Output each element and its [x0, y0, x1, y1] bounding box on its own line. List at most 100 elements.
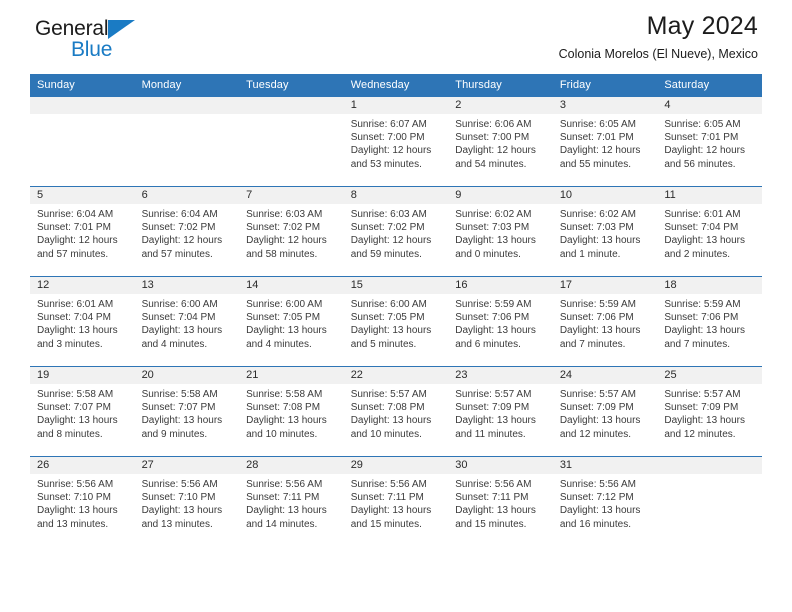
day-details: Sunrise: 6:04 AM Sunset: 7:01 PM Daylight:… [30, 204, 135, 261]
daylight-duration-line1: Daylight: 13 hours [246, 325, 327, 337]
sunset-time: Sunset: 7:07 PM [141, 402, 216, 414]
day-number: 27 [134, 457, 240, 474]
calendar-day-cell[interactable]: 12 Sunrise: 6:01 AM Sunset: 7:04 PM Dayligh… [30, 276, 135, 367]
calendar-day-cell[interactable]: 28 Sunrise: 5:56 AM Sunset: 7:11 PM Dayligh… [239, 456, 344, 547]
calendar-day-cell[interactable]: 25 Sunrise: 5:57 AM Sunset: 7:09 PM Dayligh… [657, 366, 762, 457]
day-details: Sunrise: 6:01 AM Sunset: 7:04 PM Daylight:… [657, 204, 762, 261]
sunrise-time: Sunrise: 5:58 AM [37, 389, 114, 400]
daylight-duration-line1: Daylight: 13 hours [455, 505, 536, 517]
calendar-day-cell[interactable]: 11 Sunrise: 6:01 AM Sunset: 7:04 PM Dayligh… [657, 186, 762, 277]
calendar-day-cell[interactable]: 16 Sunrise: 5:59 AM Sunset: 7:06 PM Dayligh… [448, 276, 553, 367]
weekday-header-sunday: Sunday [30, 74, 135, 97]
calendar-day-cell[interactable]: 13 Sunrise: 6:00 AM Sunset: 7:04 PM Dayligh… [134, 276, 240, 367]
calendar-day-cell[interactable]: 29 Sunrise: 5:56 AM Sunset: 7:11 PM Dayligh… [343, 456, 449, 547]
day-number: 25 [657, 367, 762, 384]
day-number [30, 97, 135, 114]
daylight-duration-line2: and 1 minute. [559, 248, 621, 260]
sunrise-time: Sunrise: 6:04 AM [37, 209, 114, 220]
calendar-day-cell[interactable]: 2 Sunrise: 6:06 AM Sunset: 7:00 PM Daylight… [448, 96, 553, 187]
calendar-day-cell[interactable]: 23 Sunrise: 5:57 AM Sunset: 7:09 PM Dayligh… [448, 366, 553, 457]
calendar-day-cell[interactable]: 7 Sunrise: 6:03 AM Sunset: 7:02 PM Daylight… [239, 186, 344, 277]
day-details: Sunrise: 6:05 AM Sunset: 7:01 PM Daylight:… [553, 114, 658, 171]
sunrise-time: Sunrise: 5:57 AM [455, 389, 532, 400]
calendar-day-cell-empty [657, 456, 762, 547]
daylight-duration-line2: and 15 minutes. [350, 518, 422, 530]
calendar-day-cell[interactable]: 15 Sunrise: 6:00 AM Sunset: 7:05 PM Dayligh… [343, 276, 449, 367]
day-number [239, 97, 344, 114]
calendar-day-cell[interactable]: 21 Sunrise: 5:58 AM Sunset: 7:08 PM Dayligh… [239, 366, 344, 457]
calendar-day-cell[interactable]: 9 Sunrise: 6:02 AM Sunset: 7:03 PM Daylight… [448, 186, 553, 277]
day-number: 4 [657, 97, 762, 114]
day-details: Sunrise: 6:05 AM Sunset: 7:01 PM Daylight:… [657, 114, 762, 171]
daylight-duration-line1: Daylight: 13 hours [350, 325, 432, 337]
day-details: Sunrise: 5:58 AM Sunset: 7:08 PM Daylight:… [239, 384, 344, 441]
sunset-time: Sunset: 7:10 PM [141, 492, 216, 504]
daylight-duration-line2: and 2 minutes. [664, 248, 730, 260]
sunrise-time: Sunrise: 6:04 AM [141, 209, 218, 220]
calendar-day-cell[interactable]: 27 Sunrise: 5:56 AM Sunset: 7:10 PM Dayligh… [134, 456, 240, 547]
sunset-time: Sunset: 7:09 PM [455, 402, 530, 414]
calendar-day-cell[interactable]: 18 Sunrise: 5:59 AM Sunset: 7:06 PM Dayligh… [657, 276, 762, 367]
calendar-day-cell[interactable]: 22 Sunrise: 5:57 AM Sunset: 7:08 PM Dayligh… [343, 366, 449, 457]
daylight-duration-line2: and 13 minutes. [141, 518, 213, 530]
daylight-duration-line1: Daylight: 13 hours [455, 235, 536, 247]
calendar-day-cell[interactable]: 17 Sunrise: 5:59 AM Sunset: 7:06 PM Dayligh… [552, 276, 658, 367]
sunset-time: Sunset: 7:08 PM [246, 402, 321, 414]
daylight-duration-line1: Daylight: 13 hours [455, 415, 536, 427]
calendar-day-cell[interactable]: 31 Sunrise: 5:56 AM Sunset: 7:12 PM Dayligh… [552, 456, 658, 547]
sunset-time: Sunset: 7:01 PM [664, 132, 739, 144]
daylight-duration-line2: and 6 minutes. [455, 338, 521, 350]
daylight-duration-line2: and 4 minutes. [141, 338, 208, 350]
calendar-day-cell[interactable]: 8 Sunrise: 6:03 AM Sunset: 7:02 PM Daylight… [343, 186, 449, 277]
daylight-duration-line2: and 53 minutes. [350, 158, 422, 170]
daylight-duration-line1: Daylight: 13 hours [37, 325, 118, 337]
day-number: 13 [134, 277, 240, 294]
calendar-day-cell[interactable]: 3 Sunrise: 6:05 AM Sunset: 7:01 PM Daylight… [552, 96, 658, 187]
sunset-time: Sunset: 7:09 PM [559, 402, 634, 414]
day-details: Sunrise: 5:56 AM Sunset: 7:12 PM Daylight:… [553, 474, 658, 531]
day-details: Sunrise: 5:59 AM Sunset: 7:06 PM Daylight:… [448, 294, 553, 351]
day-number: 16 [448, 277, 553, 294]
day-details: Sunrise: 5:56 AM Sunset: 7:10 PM Daylight:… [135, 474, 240, 531]
day-number: 10 [552, 187, 658, 204]
daylight-duration-line2: and 14 minutes. [246, 518, 318, 530]
calendar-day-cell[interactable]: 26 Sunrise: 5:56 AM Sunset: 7:10 PM Dayligh… [30, 456, 135, 547]
daylight-duration-line1: Daylight: 13 hours [141, 505, 223, 517]
daylight-duration-line2: and 3 minutes. [37, 338, 103, 350]
calendar-page: General Blue May 2024 Colonia Morelos (E… [0, 0, 792, 612]
logo-text-general: General [35, 18, 155, 41]
day-number: 28 [239, 457, 344, 474]
calendar-day-cell[interactable]: 6 Sunrise: 6:04 AM Sunset: 7:02 PM Daylight… [134, 186, 240, 277]
daylight-duration-line1: Daylight: 13 hours [350, 415, 432, 427]
day-details: Sunrise: 6:04 AM Sunset: 7:02 PM Daylight:… [135, 204, 240, 261]
sunrise-time: Sunrise: 5:58 AM [246, 389, 323, 400]
sunrise-time: Sunrise: 5:57 AM [350, 389, 427, 400]
calendar-day-cell[interactable]: 10 Sunrise: 6:02 AM Sunset: 7:03 PM Dayligh… [552, 186, 658, 277]
daylight-duration-line2: and 56 minutes. [664, 158, 736, 170]
sunrise-time: Sunrise: 6:07 AM [350, 119, 427, 130]
daylight-duration-line1: Daylight: 13 hours [559, 505, 641, 517]
daylight-duration-line2: and 55 minutes. [559, 158, 631, 170]
daylight-duration-line2: and 54 minutes. [455, 158, 527, 170]
calendar-day-cell[interactable]: 19 Sunrise: 5:58 AM Sunset: 7:07 PM Dayligh… [30, 366, 135, 457]
calendar-day-cell[interactable]: 20 Sunrise: 5:58 AM Sunset: 7:07 PM Dayligh… [134, 366, 240, 457]
sunrise-time: Sunrise: 6:00 AM [141, 299, 218, 310]
calendar-day-cell[interactable]: 5 Sunrise: 6:04 AM Sunset: 7:01 PM Daylight… [30, 186, 135, 277]
day-number: 17 [552, 277, 658, 294]
weekday-header-friday: Friday [552, 74, 658, 97]
calendar-day-cell[interactable]: 30 Sunrise: 5:56 AM Sunset: 7:11 PM Dayligh… [448, 456, 553, 547]
sunset-time: Sunset: 7:05 PM [350, 312, 425, 324]
calendar-body: 1 Sunrise: 6:07 AM Sunset: 7:00 PM Daylight… [30, 96, 762, 547]
page-header: General Blue May 2024 Colonia Morelos (E… [30, 0, 762, 74]
calendar-day-cell[interactable]: 24 Sunrise: 5:57 AM Sunset: 7:09 PM Dayligh… [552, 366, 658, 457]
daylight-duration-line1: Daylight: 12 hours [246, 235, 327, 247]
day-number: 30 [448, 457, 553, 474]
calendar-day-cell[interactable]: 4 Sunrise: 6:05 AM Sunset: 7:01 PM Daylight… [657, 96, 762, 187]
weekday-header-tuesday: Tuesday [239, 74, 344, 97]
sunrise-time: Sunrise: 5:56 AM [455, 479, 532, 490]
sunset-time: Sunset: 7:01 PM [37, 222, 111, 234]
calendar-day-cell[interactable]: 1 Sunrise: 6:07 AM Sunset: 7:00 PM Daylight… [343, 96, 449, 187]
daylight-duration-line2: and 13 minutes. [37, 518, 109, 530]
calendar-day-cell[interactable]: 14 Sunrise: 6:00 AM Sunset: 7:05 PM Dayligh… [239, 276, 344, 367]
sunrise-time: Sunrise: 5:56 AM [559, 479, 636, 490]
